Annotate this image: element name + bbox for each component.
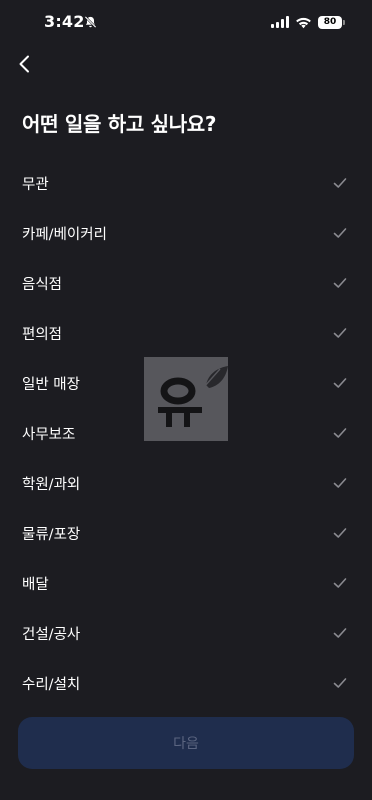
page-title: 어떤 일을 하고 싶나요? (22, 112, 217, 136)
job-type-label: 음식점 (22, 276, 63, 293)
job-type-item[interactable]: 음식점 (0, 258, 372, 308)
watermark-graphic (158, 366, 228, 427)
check-icon (333, 578, 347, 588)
job-type-label: 배달 (22, 576, 49, 593)
job-type-label: 편의점 (22, 326, 63, 343)
job-type-label: 학원/과외 (22, 476, 81, 493)
job-type-item[interactable]: 무관 (0, 158, 372, 208)
job-type-item[interactable]: 수리/설치 (0, 658, 372, 708)
wifi-icon (296, 17, 311, 28)
check-icon (333, 628, 347, 638)
bell-off-icon (84, 16, 97, 28)
check-icon (333, 378, 347, 388)
battery-icon: 80 (318, 15, 345, 29)
job-type-item[interactable]: 카페/베이커리 (0, 208, 372, 258)
check-icon (333, 278, 347, 288)
job-type-item[interactable]: 편의점 (0, 308, 372, 358)
job-type-label: 무관 (22, 176, 49, 193)
job-type-label: 일반 매장 (22, 376, 80, 393)
job-type-label: 물류/포장 (22, 526, 81, 543)
check-icon (333, 328, 347, 338)
check-icon (333, 228, 347, 238)
job-type-item[interactable]: 물류/포장 (0, 508, 372, 558)
status-time: 3:42 (44, 12, 85, 31)
check-icon (333, 528, 347, 538)
status-bar: 3:42 80 (0, 0, 372, 44)
job-type-label: 건설/공사 (22, 626, 81, 643)
job-type-item[interactable]: 학원/과외 (0, 458, 372, 508)
check-icon (333, 428, 347, 438)
battery-level: 80 (323, 17, 337, 27)
job-type-label: 카페/베이커리 (22, 226, 107, 243)
back-button[interactable] (12, 50, 36, 78)
job-type-item[interactable]: 건설/공사 (0, 608, 372, 658)
watermark-logo (144, 357, 228, 441)
status-indicators: 80 (271, 14, 345, 30)
job-type-label: 사무보조 (22, 426, 76, 443)
check-icon (333, 678, 347, 688)
next-button[interactable]: 다음 (18, 717, 354, 769)
job-type-label: 수리/설치 (22, 676, 81, 693)
chevron-left-icon (19, 55, 29, 73)
job-type-item[interactable]: 배달 (0, 558, 372, 608)
check-icon (333, 478, 347, 488)
check-icon (333, 178, 347, 188)
cellular-signal-icon (271, 16, 289, 28)
